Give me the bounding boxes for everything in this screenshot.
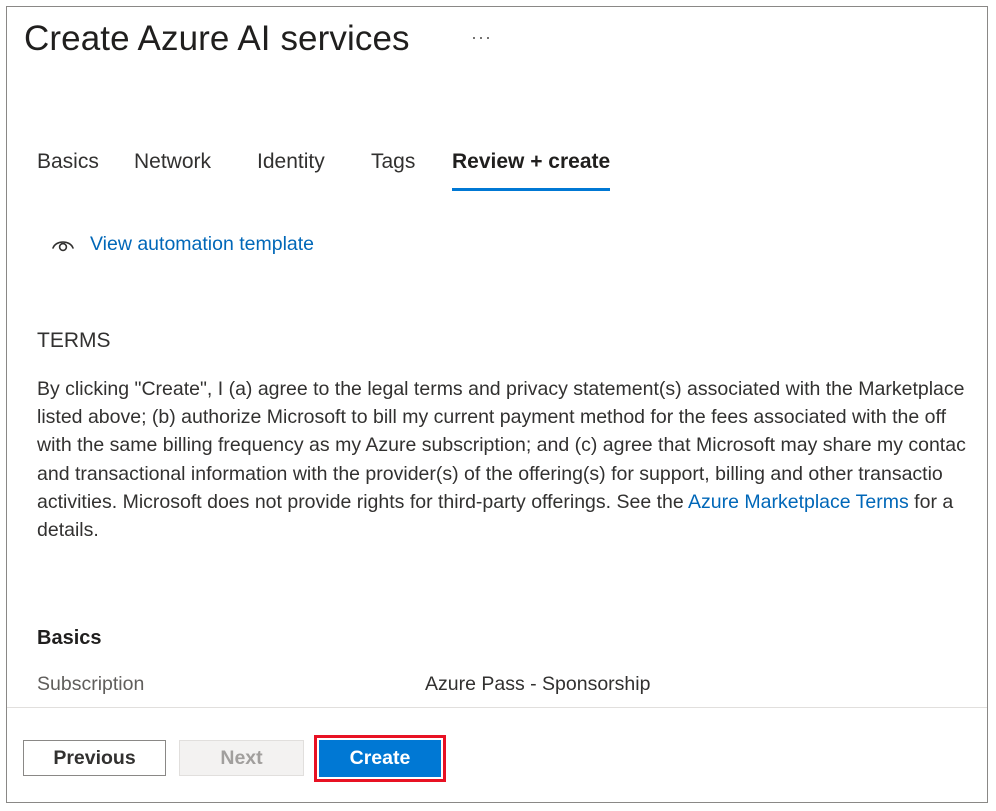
subscription-label: Subscription bbox=[37, 673, 145, 695]
basics-section-heading: Basics bbox=[37, 627, 102, 649]
tab-review-create[interactable]: Review + create bbox=[452, 150, 611, 191]
eye-icon bbox=[52, 241, 74, 252]
create-button-highlight: Create bbox=[314, 735, 446, 782]
footer-divider bbox=[7, 707, 987, 708]
wizard-tabs: Basics Network Identity Tags Review + cr… bbox=[7, 150, 987, 194]
view-automation-template-link[interactable]: View automation template bbox=[51, 231, 314, 257]
more-options-icon[interactable]: ··· bbox=[471, 27, 492, 48]
terms-line: with the same billing frequency as my Az… bbox=[37, 434, 966, 457]
previous-button[interactable]: Previous bbox=[23, 740, 166, 776]
azure-marketplace-terms-link[interactable]: Azure Marketplace Terms bbox=[688, 491, 909, 513]
create-resource-blade: Create Azure AI services ··· Basics Netw… bbox=[6, 6, 988, 803]
tab-network[interactable]: Network bbox=[134, 150, 211, 182]
page-title: Create Azure AI services bbox=[24, 19, 410, 58]
tab-basics[interactable]: Basics bbox=[37, 150, 99, 182]
subscription-value: Azure Pass - Sponsorship bbox=[425, 673, 651, 695]
tab-tags[interactable]: Tags bbox=[371, 150, 415, 182]
create-button[interactable]: Create bbox=[319, 740, 441, 777]
terms-text: By clicking "Create", I (a) agree to the… bbox=[37, 375, 987, 544]
view-automation-template-label[interactable]: View automation template bbox=[90, 233, 314, 256]
terms-line-text: for a bbox=[908, 490, 954, 513]
terms-line: details. bbox=[37, 519, 99, 542]
terms-line: activities. Microsoft does not provide r… bbox=[37, 488, 987, 516]
terms-line: and transactional information with the p… bbox=[37, 462, 943, 485]
next-button[interactable]: Next bbox=[179, 740, 304, 776]
terms-line-text: activities. Microsoft does not provide r… bbox=[37, 490, 689, 513]
terms-line: listed above; (b) authorize Microsoft to… bbox=[37, 406, 946, 429]
terms-heading: TERMS bbox=[37, 329, 111, 352]
tab-identity[interactable]: Identity bbox=[257, 150, 325, 182]
terms-line: By clicking "Create", I (a) agree to the… bbox=[37, 378, 965, 400]
